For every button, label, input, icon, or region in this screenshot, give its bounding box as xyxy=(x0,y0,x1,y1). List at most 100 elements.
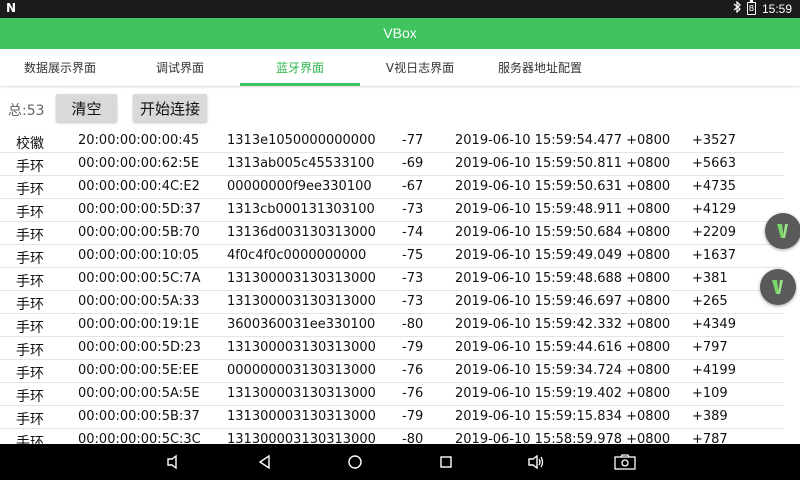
device-mac: 20:00:00:00:00:45 xyxy=(78,133,200,148)
device-mac: 00:00:00:00:5C:7A xyxy=(78,271,201,286)
battery-icon: B xyxy=(746,0,756,15)
start-connect-button[interactable]: 开始连接 xyxy=(133,94,207,122)
device-time: 2019-06-10 15:59:34.724 +0800 xyxy=(455,363,671,378)
device-delta: +109 xyxy=(692,386,728,401)
tab-bar: 数据展示界面 调试界面 蓝牙界面 V视日志界面 服务器地址配置 xyxy=(0,49,800,86)
volume-up-icon[interactable] xyxy=(527,453,545,471)
device-type: 校徽 xyxy=(16,136,44,152)
device-mac: 00:00:00:00:5A:33 xyxy=(78,294,200,309)
device-rssi: -79 xyxy=(402,340,424,355)
bluetooth-icon xyxy=(733,0,741,16)
device-time: 2019-06-10 15:59:15.834 +0800 xyxy=(455,409,671,424)
device-mac: 00:00:00:00:5B:70 xyxy=(78,225,200,240)
volume-down-icon[interactable] xyxy=(165,453,183,471)
tab-data-display[interactable]: 数据展示界面 xyxy=(0,49,120,86)
device-type: 手环 xyxy=(16,297,44,313)
device-rssi: -74 xyxy=(402,225,424,240)
device-rssi: -73 xyxy=(402,294,424,309)
device-delta: +2209 xyxy=(692,225,736,240)
device-rssi: -76 xyxy=(402,386,424,401)
device-data: 00000000f9ee330100 xyxy=(227,179,372,194)
device-time: 2019-06-10 15:59:46.697 +0800 xyxy=(455,294,671,309)
device-delta: +389 xyxy=(692,409,728,424)
device-rssi: -79 xyxy=(402,409,424,424)
device-row[interactable]: 手环 00:00:00:00:10:05 4f0c4f0c0000000000 -75… xyxy=(0,245,784,268)
device-type: 手环 xyxy=(16,251,44,267)
device-row[interactable]: 手环 00:00:00:00:5C:3C 131300003130313000 -80… xyxy=(0,429,784,444)
device-type: 手环 xyxy=(16,228,44,244)
back-icon[interactable] xyxy=(256,453,274,471)
device-type: 手环 xyxy=(16,182,44,198)
device-data: 131300003130313000 xyxy=(227,432,376,444)
device-rssi: -77 xyxy=(402,133,424,148)
v-logo-icon xyxy=(777,224,788,238)
navigation-bar xyxy=(0,444,800,480)
device-mac: 00:00:00:00:4C:E2 xyxy=(78,179,200,194)
recents-icon[interactable] xyxy=(437,453,455,471)
device-row[interactable]: 手环 00:00:00:00:5A:5E 131300003130313000 -76… xyxy=(0,383,784,406)
device-data: 13136d003130313000 xyxy=(227,225,376,240)
device-time: 2019-06-10 15:59:50.684 +0800 xyxy=(455,225,671,240)
device-mac: 00:00:00:00:19:1E xyxy=(78,317,200,332)
clear-button[interactable]: 清空 xyxy=(56,94,117,122)
device-row[interactable]: 手环 00:00:00:00:4C:E2 00000000f9ee330100 -67… xyxy=(0,176,784,199)
device-delta: +5663 xyxy=(692,156,736,171)
device-row[interactable]: 校徽 20:00:00:00:00:45 1313e1050000000000 -77… xyxy=(0,130,784,153)
device-data: 131300003130313000 xyxy=(227,409,376,424)
floating-v-button-2[interactable] xyxy=(760,269,796,305)
tab-bluetooth[interactable]: 蓝牙界面 xyxy=(240,49,360,86)
device-data: 1313cb000131303100 xyxy=(227,202,375,217)
device-time: 2019-06-10 15:59:19.402 +0800 xyxy=(455,386,671,401)
device-type: 手环 xyxy=(16,389,44,405)
status-icons: B 15:59 xyxy=(733,0,792,16)
app-title: VBox xyxy=(383,25,417,41)
device-time: 2019-06-10 15:59:48.911 +0800 xyxy=(455,202,671,217)
device-data: 1313e1050000000000 xyxy=(227,133,376,148)
status-bar: N B 15:59 xyxy=(0,0,800,18)
device-type: 手环 xyxy=(16,366,44,382)
device-delta: +4735 xyxy=(692,179,736,194)
device-row[interactable]: 手环 00:00:00:00:62:5E 1313ab005c45533100 -69… xyxy=(0,153,784,176)
device-row[interactable]: 手环 00:00:00:00:19:1E 3600360031ee330100 -80… xyxy=(0,314,784,337)
device-delta: +4199 xyxy=(692,363,736,378)
device-mac: 00:00:00:00:5D:37 xyxy=(78,202,201,217)
device-row[interactable]: 手环 00:00:00:00:5A:33 131300003130313000 -73… xyxy=(0,291,784,314)
device-data: 131300003130313000 xyxy=(227,294,376,309)
tab-debug[interactable]: 调试界面 xyxy=(120,49,240,86)
tab-v-log[interactable]: V视日志界面 xyxy=(360,49,480,86)
device-time: 2019-06-10 15:59:50.811 +0800 xyxy=(455,156,671,171)
device-rssi: -76 xyxy=(402,363,424,378)
device-row[interactable]: 手环 00:00:00:00:5E:EE 000000003130313000 -76… xyxy=(0,360,784,383)
screenshot-icon[interactable] xyxy=(614,453,636,471)
device-mac: 00:00:00:00:10:05 xyxy=(78,248,200,263)
device-row[interactable]: 手环 00:00:00:00:5C:7A 131300003130313000 -73… xyxy=(0,268,784,291)
device-time: 2019-06-10 15:58:59.978 +0800 xyxy=(455,432,671,444)
device-row[interactable]: 手环 00:00:00:00:5D:23 131300003130313000 -79… xyxy=(0,337,784,360)
floating-v-button-1[interactable] xyxy=(765,213,800,249)
device-delta: +1637 xyxy=(692,248,736,263)
v-logo-icon xyxy=(772,280,783,294)
device-row[interactable]: 手环 00:00:00:00:5B:70 13136d003130313000 -74… xyxy=(0,222,784,245)
device-delta: +3527 xyxy=(692,133,736,148)
home-icon[interactable] xyxy=(346,453,364,471)
device-type: 手环 xyxy=(16,205,44,221)
device-rssi: -67 xyxy=(402,179,424,194)
device-row[interactable]: 手环 00:00:00:00:5D:37 1313cb000131303100 -73… xyxy=(0,199,784,222)
device-mac: 00:00:00:00:5D:23 xyxy=(78,340,201,355)
tab-server-config[interactable]: 服务器地址配置 xyxy=(480,49,600,86)
device-total-count: 总:53 xyxy=(8,103,45,119)
device-time: 2019-06-10 15:59:50.631 +0800 xyxy=(455,179,671,194)
device-rssi: -75 xyxy=(402,248,424,263)
device-data: 131300003130313000 xyxy=(227,340,376,355)
device-time: 2019-06-10 15:59:42.332 +0800 xyxy=(455,317,671,332)
notification-n-icon: N xyxy=(6,1,17,15)
device-list[interactable]: 校徽 20:00:00:00:00:45 1313e1050000000000 -77… xyxy=(0,130,800,444)
device-data: 1313ab005c45533100 xyxy=(227,156,375,171)
controls-row: 总:53 清空 开始连接 xyxy=(0,93,800,123)
device-row[interactable]: 手环 00:00:00:00:5B:37 131300003130313000 -79… xyxy=(0,406,784,429)
device-rssi: -80 xyxy=(402,432,424,444)
device-type: 手环 xyxy=(16,343,44,359)
device-type: 手环 xyxy=(16,274,44,290)
device-mac: 00:00:00:00:5C:3C xyxy=(78,432,201,444)
device-mac: 00:00:00:00:5A:5E xyxy=(78,386,200,401)
